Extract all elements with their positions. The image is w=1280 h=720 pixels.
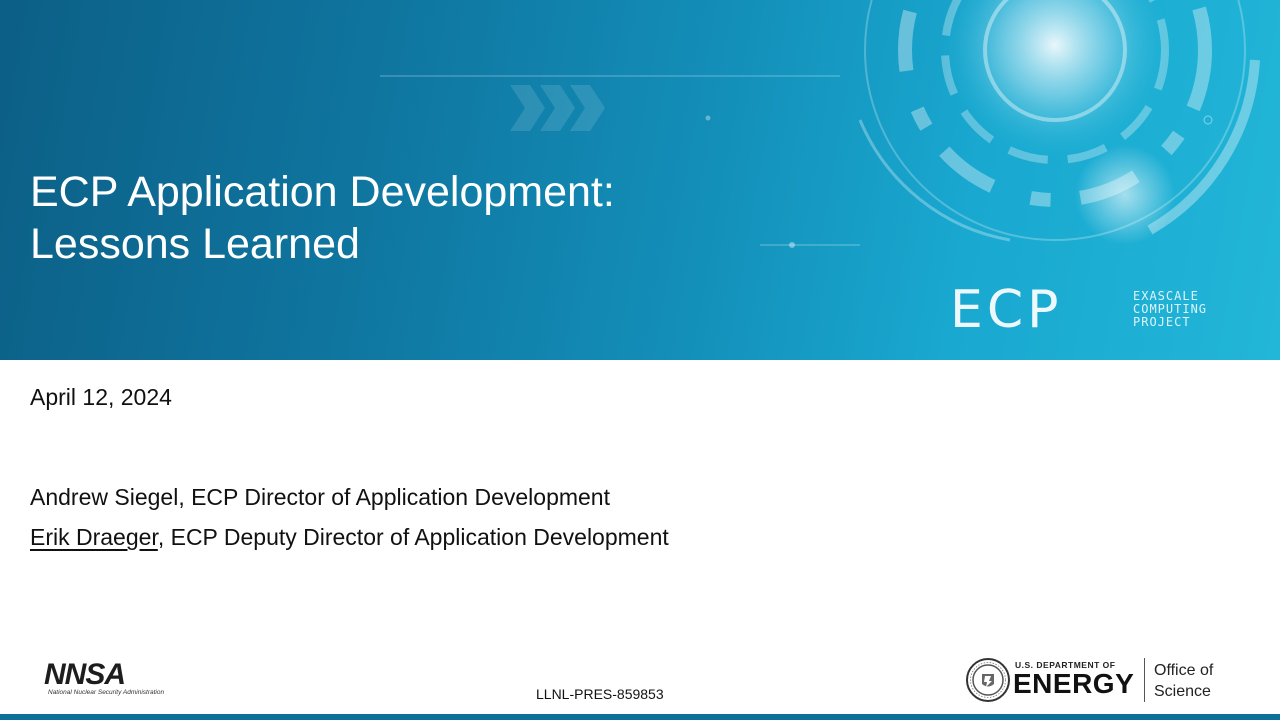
title-line-2: Lessons Learned [30, 220, 360, 268]
author-line: Andrew Siegel, ECP Director of Applicati… [30, 484, 610, 511]
author-name: Erik Draeger [30, 524, 158, 550]
doe-seal-icon [966, 658, 1010, 702]
slide-title: ECP Application Development: Lessons Lea… [30, 166, 830, 270]
doe-energy-text: ENERGY [1013, 668, 1135, 699]
author-line: Erik Draeger, ECP Deputy Director of App… [30, 524, 669, 551]
ecp-logo-letters: ECP [950, 280, 1063, 340]
nnsa-logo-subtitle: National Nuclear Security Administration [48, 689, 165, 696]
doe-office-of-science-logo: U.S. DEPARTMENT OF ENERGY Office of Scie… [966, 656, 1226, 706]
presentation-date: April 12, 2024 [30, 384, 172, 410]
author-role: , ECP Deputy Director of Application Dev… [157, 524, 669, 550]
title-line-1: ECP Application Development: [30, 168, 615, 216]
nnsa-logo: NNSA National Nuclear Security Administr… [42, 658, 182, 700]
logo-divider [1144, 658, 1145, 702]
bottom-accent-bar [0, 714, 1280, 720]
office-line-1: Office of [1154, 662, 1214, 679]
author-name: Andrew Siegel [30, 484, 179, 510]
author-role: , ECP Director of Application Developmen… [178, 484, 610, 510]
presentation-slide: ECP Application Development: Lessons Lea… [0, 0, 1280, 720]
ecp-logo-subtitle: EXASCALE COMPUTING PROJECT [1133, 290, 1207, 329]
nnsa-logo-letters: NNSA [44, 658, 126, 691]
title-banner: ECP Application Development: Lessons Lea… [0, 0, 1280, 360]
ecp-logo: ECP EXASCALE COMPUTING PROJECT [950, 270, 1240, 350]
office-of-science-text: Office of Science [1154, 660, 1213, 702]
ecp-sub-line-3: PROJECT [1133, 315, 1191, 329]
document-id: LLNL-PRES-859853 [536, 686, 664, 702]
office-line-2: Science [1154, 683, 1211, 700]
